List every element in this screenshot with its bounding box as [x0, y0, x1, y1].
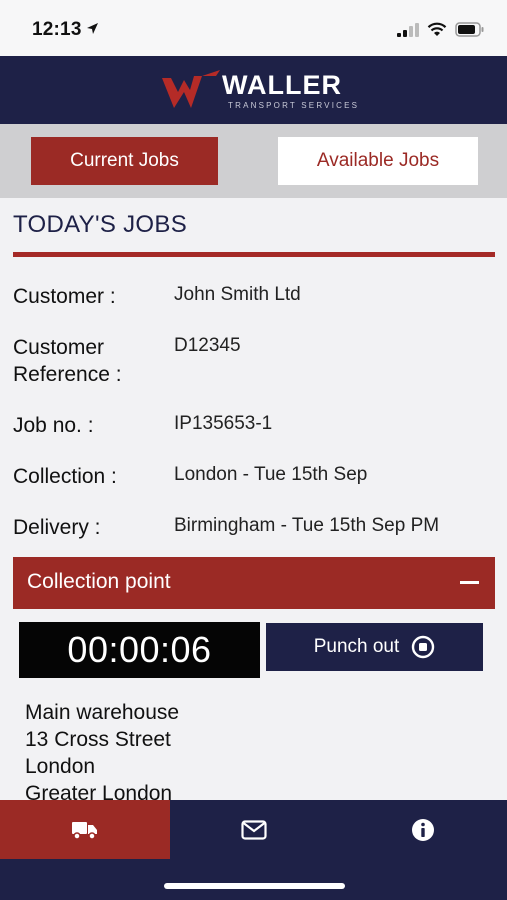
collection-value: London - Tue 15th Sep — [174, 464, 368, 485]
envelope-icon — [241, 819, 267, 840]
nav-jobs[interactable] — [0, 800, 170, 859]
customer-reference-label-line2: Reference : — [13, 363, 122, 386]
wifi-icon — [427, 22, 447, 36]
truck-icon — [72, 821, 97, 840]
brand-name: WALLER — [222, 70, 342, 100]
location-arrow-icon — [87, 23, 98, 34]
battery-icon — [455, 22, 484, 37]
status-icons — [397, 22, 485, 37]
tab-available-jobs[interactable]: Available Jobs — [278, 137, 478, 185]
address-line: 13 Cross Street — [25, 728, 171, 751]
page-title: TODAY'S JOBS — [13, 211, 188, 238]
punch-out-button[interactable]: Punch out — [266, 623, 483, 671]
status-time: 12:13 — [32, 19, 82, 40]
customer-reference-value: D12345 — [174, 335, 241, 356]
brand-header: WALLER TRANSPORT SERVICES — [0, 56, 507, 124]
bottom-nav — [0, 800, 507, 900]
punch-out-label: Punch out — [313, 636, 400, 657]
job-no-label: Job no. : — [13, 414, 94, 437]
delivery-label: Delivery : — [13, 516, 101, 539]
delivery-value: Birmingham - Tue 15th Sep PM — [174, 515, 440, 536]
collection-point-header[interactable]: Collection point — [13, 557, 495, 609]
customer-value: John Smith Ltd — [174, 284, 301, 305]
brand-tagline: TRANSPORT SERVICES — [228, 101, 360, 110]
info-icon — [411, 818, 434, 841]
customer-label: Customer : — [13, 285, 116, 308]
job-timer: 00:00:06 — [19, 622, 260, 678]
home-indicator — [164, 883, 345, 889]
tab-current-jobs[interactable]: Current Jobs — [31, 137, 218, 185]
status-bar: 12:13 — [0, 0, 507, 56]
job-no-value: IP135653-1 — [174, 413, 273, 434]
collection-point-title: Collection point — [27, 570, 171, 593]
collapse-minus-icon[interactable] — [460, 581, 479, 584]
collection-label: Collection : — [13, 465, 117, 488]
job-tabs: Current Jobs Available Jobs — [0, 124, 507, 198]
customer-reference-label-line1: Customer — [13, 336, 105, 359]
waller-logo-icon — [162, 70, 220, 108]
nav-messages[interactable] — [170, 800, 338, 859]
address-line: Main warehouse — [25, 701, 180, 724]
stop-circle-icon — [412, 635, 435, 659]
title-divider — [13, 252, 495, 257]
nav-info[interactable] — [338, 800, 507, 859]
address-line: London — [25, 755, 96, 778]
collection-address: Main warehouse 13 Cross Street London Gr… — [25, 699, 179, 807]
signal-icon — [397, 22, 419, 37]
